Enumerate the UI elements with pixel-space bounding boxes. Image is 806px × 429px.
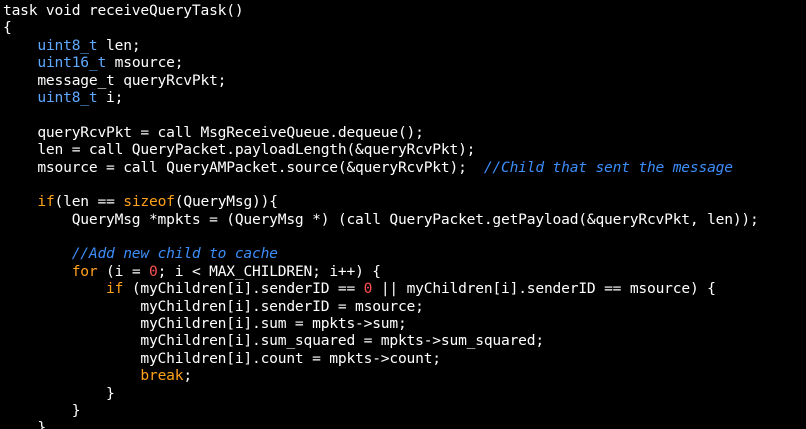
code-token-plain: ; i < MAX_CHILDREN; i++) {: [157, 262, 381, 280]
code-line: uint8_t i;: [3, 89, 803, 106]
code-token-plain: len = call QueryPacket.payloadLength(&qu…: [3, 141, 476, 159]
code-token-plain: (myChildren[i].senderID ==: [123, 280, 364, 298]
code-token-plain: i;: [97, 88, 124, 106]
code-token-plain: }: [3, 401, 81, 419]
code-token-plain: (i =: [97, 262, 149, 280]
code-token-plain: msource;: [106, 54, 184, 72]
code-line: QueryMsg *mpkts = (QueryMsg *) (call Que…: [3, 211, 803, 228]
code-token-plain: task void receiveQueryTask(): [3, 2, 244, 19]
code-token-keyword: if: [37, 193, 55, 211]
code-token-type: uint8_t: [37, 88, 98, 106]
code-line: queryRcvPkt = call MsgReceiveQueue.deque…: [3, 124, 803, 141]
code-line: if(len == sizeof(QueryMsg)){: [3, 193, 803, 210]
code-token-plain: queryRcvPkt = call MsgReceiveQueue.deque…: [3, 123, 424, 141]
code-line: }: [3, 419, 803, 429]
code-line: myChildren[i].senderID = msource;: [3, 298, 803, 315]
code-token-keyword: break: [140, 367, 184, 385]
code-line: task void receiveQueryTask(): [3, 2, 803, 19]
code-token-comment: //Child that sent the message: [483, 158, 733, 176]
code-line: uint8_t len;: [3, 37, 803, 54]
code-line: myChildren[i].sum_squared = mpkts->sum_s…: [3, 332, 803, 349]
code-line: break;: [3, 367, 803, 384]
code-line: }: [3, 402, 803, 419]
code-line: {: [3, 19, 803, 36]
code-token-plain: QueryMsg *mpkts = (QueryMsg *) (call Que…: [3, 210, 759, 228]
code-line: myChildren[i].sum = mpkts->sum;: [3, 315, 803, 332]
code-line: //Add new child to cache: [3, 245, 803, 262]
code-line: len = call QueryPacket.payloadLength(&qu…: [3, 141, 803, 158]
code-line: message_t queryRcvPkt;: [3, 72, 803, 89]
code-token-keyword: for: [71, 262, 98, 280]
code-token-number: 0: [149, 262, 158, 280]
code-token-plain: message_t queryRcvPkt;: [3, 71, 227, 89]
code-editor-view[interactable]: task void receiveQueryTask(){ uint8_t le…: [3, 2, 803, 429]
code-token-comment: //Add new child to cache: [71, 245, 278, 263]
code-token-plain: || myChildren[i].senderID == msource) {: [372, 280, 716, 298]
code-line: myChildren[i].count = mpkts->count;: [3, 350, 803, 367]
code-line: if (myChildren[i].senderID == 0 || myChi…: [3, 280, 803, 297]
code-token-plain: myChildren[i].sum_squared = mpkts->sum_s…: [3, 332, 544, 350]
code-token-keyword: if: [106, 280, 124, 298]
code-token-plain: {: [3, 19, 12, 37]
code-token-type: uint16_t: [37, 54, 107, 72]
code-line: for (i = 0; i < MAX_CHILDREN; i++) {: [3, 263, 803, 280]
code-token-plain: len;: [97, 36, 141, 54]
code-token-plain: myChildren[i].senderID = msource;: [3, 297, 424, 315]
code-token-plain: msource = call QueryAMPacket.source(&que…: [3, 158, 484, 176]
code-line: msource = call QueryAMPacket.source(&que…: [3, 159, 803, 176]
code-token-plain: ;: [183, 367, 192, 385]
code-token-plain: (len ==: [54, 193, 124, 211]
code-token-plain: myChildren[i].count = mpkts->count;: [3, 349, 441, 367]
code-token-keyword: sizeof: [123, 193, 175, 211]
code-token-plain: (QueryMsg)){: [174, 193, 278, 211]
code-line: uint16_t msource;: [3, 54, 803, 71]
code-token-plain: }: [3, 384, 115, 402]
code-token-plain: }: [3, 419, 46, 429]
code-line: }: [3, 385, 803, 402]
code-token-number: 0: [363, 280, 373, 298]
code-token-plain: myChildren[i].sum = mpkts->sum;: [3, 315, 407, 333]
code-token-type: uint8_t: [37, 36, 98, 54]
